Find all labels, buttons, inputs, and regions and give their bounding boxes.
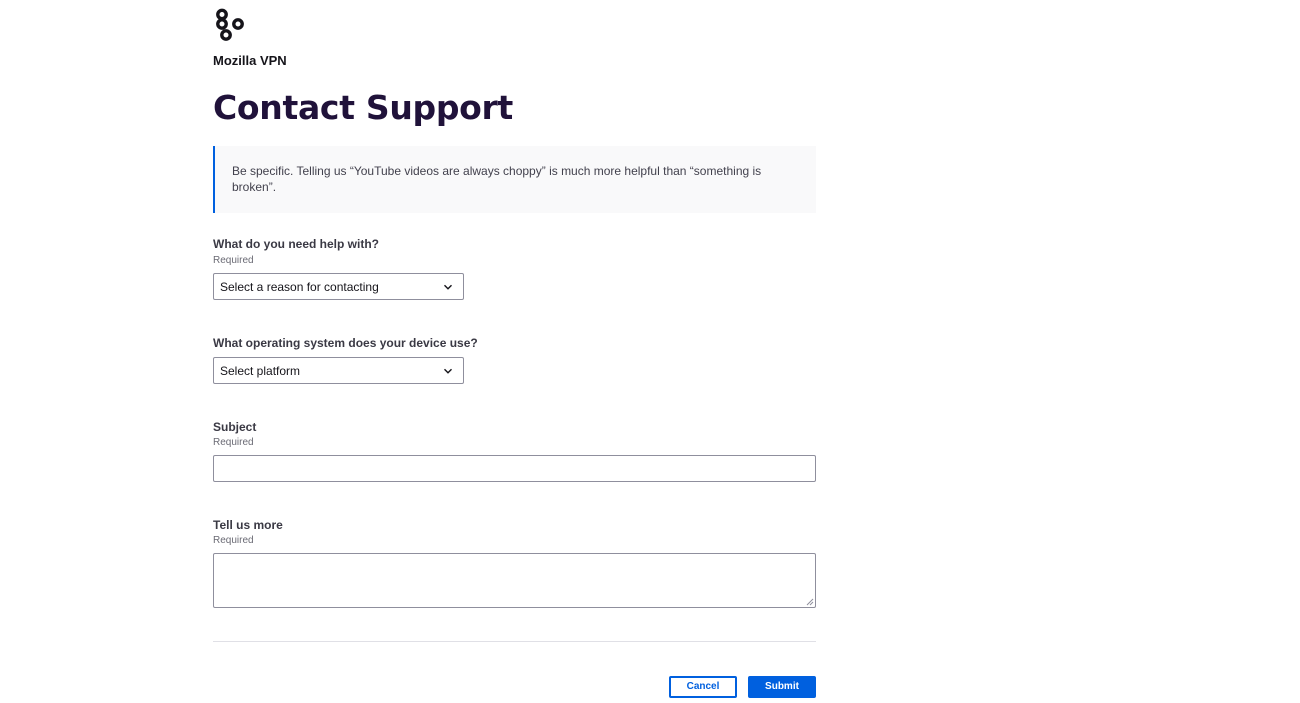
chevron-down-icon	[444, 368, 452, 374]
hint-text: Be specific. Telling us “YouTube videos …	[232, 164, 762, 194]
platform-select-value: Select platform	[220, 364, 301, 378]
subject-required-text: Required	[213, 437, 254, 448]
page-title: Contact Support	[213, 88, 513, 127]
platform-label: What operating system does your device u…	[213, 336, 478, 350]
hint-box: Be specific. Telling us “YouTube videos …	[213, 146, 816, 213]
product-name: Mozilla VPN	[213, 53, 287, 68]
mozilla-vpn-logo-icon	[216, 8, 244, 41]
submit-button[interactable]: Submit	[748, 676, 816, 698]
reason-label: What do you need help with?	[213, 237, 379, 251]
reason-select-value: Select a reason for contacting	[220, 280, 379, 294]
resize-grip-icon[interactable]	[806, 598, 814, 606]
subject-input[interactable]	[213, 455, 816, 482]
chevron-down-icon	[444, 284, 452, 290]
details-textarea[interactable]	[213, 553, 816, 608]
reason-select[interactable]: Select a reason for contacting	[213, 273, 464, 300]
reason-required-text: Required	[213, 255, 254, 266]
details-label: Tell us more	[213, 518, 283, 532]
details-required-text: Required	[213, 535, 254, 546]
form-divider	[213, 641, 816, 642]
platform-select[interactable]: Select platform	[213, 357, 464, 384]
subject-label: Subject	[213, 420, 257, 434]
cancel-button[interactable]: Cancel	[669, 676, 737, 698]
